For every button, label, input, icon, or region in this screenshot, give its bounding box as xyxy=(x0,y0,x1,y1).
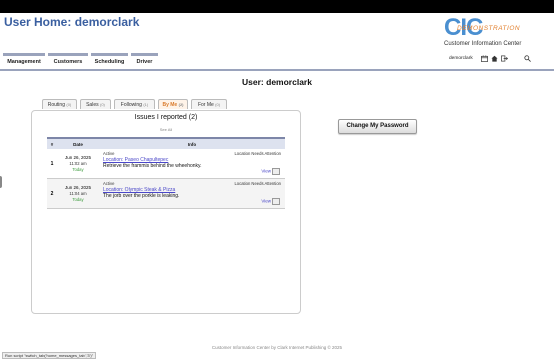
search-icon[interactable] xyxy=(524,55,531,62)
calendar-icon[interactable] xyxy=(481,55,488,62)
issue-attention: Location Needs Attention xyxy=(234,181,281,186)
see-all-link[interactable]: See All xyxy=(47,127,285,132)
tab-following[interactable]: Following (1) xyxy=(114,99,155,109)
table-row: 2 Jun 26, 2025 11:04 am Today Active Loc… xyxy=(47,178,285,209)
column-header-num: # xyxy=(47,137,57,149)
view-link[interactable]: View xyxy=(261,168,280,175)
tab-sales[interactable]: Sales (0) xyxy=(80,99,111,109)
issue-relative-date: Today xyxy=(72,196,84,202)
logout-icon[interactable] xyxy=(501,55,508,62)
issues-title: Issues I reported (2) xyxy=(134,114,198,121)
tab-routing[interactable]: Routing (0) xyxy=(42,99,77,109)
date-cell: Jun 26, 2025 11:02 am Today xyxy=(57,149,99,179)
issue-status: Active xyxy=(103,151,115,156)
info-cell: Active Location Needs Attention Location… xyxy=(99,149,285,179)
nav-customers[interactable]: Customers xyxy=(48,53,88,68)
page-title: User Home: demorclark xyxy=(4,15,140,29)
side-edge-handle[interactable] xyxy=(0,176,2,188)
nav-scheduling[interactable]: Scheduling xyxy=(91,53,128,68)
tab-for-me[interactable]: For Me (0) xyxy=(191,99,227,109)
home-icon[interactable] xyxy=(491,55,498,62)
change-password-button[interactable]: Change My Password xyxy=(338,119,417,134)
footer: Customer Information Center by Clark Int… xyxy=(211,345,343,350)
issue-relative-date: Today xyxy=(72,166,84,172)
issue-description: The jorb over the porkle is leaking. xyxy=(103,193,180,199)
table-row: 1 Jun 26, 2025 11:02 am Today Active Loc… xyxy=(47,149,285,179)
tab-by-me[interactable]: By Me (2) xyxy=(158,99,188,109)
nav-management[interactable]: Management xyxy=(3,53,45,68)
issue-attention: Location Needs Attention xyxy=(234,151,281,156)
logo-demonstration-banner: DEMONSTRATION xyxy=(457,25,521,32)
view-thumbnail-icon[interactable] xyxy=(272,168,280,175)
issues-table: # Date Info 1 Jun 26, 2025 11:02 am Toda… xyxy=(47,137,285,209)
issue-description: Retrieve the frammis behind the wheehonk… xyxy=(103,163,202,169)
user-heading: User: demorclark xyxy=(242,77,312,87)
row-number: 1 xyxy=(47,149,57,179)
browser-status-bar: Run script "switch_tab('home_messages_ta… xyxy=(2,352,97,359)
view-thumbnail-icon[interactable] xyxy=(272,198,280,205)
row-number: 2 xyxy=(47,178,57,209)
issue-status: Active xyxy=(103,181,115,186)
column-header-date: Date xyxy=(57,137,99,149)
nav-driver[interactable]: Driver xyxy=(131,53,158,68)
window-top-bar xyxy=(0,0,554,13)
nav-username[interactable]: demorclark xyxy=(449,56,473,61)
info-cell: Active Location Needs Attention Location… xyxy=(99,178,285,209)
column-header-info: Info xyxy=(99,137,285,149)
view-link[interactable]: View xyxy=(261,198,280,205)
logo-subtitle: Customer Information Center xyxy=(444,41,522,47)
date-cell: Jun 26, 2025 11:04 am Today xyxy=(57,178,99,209)
